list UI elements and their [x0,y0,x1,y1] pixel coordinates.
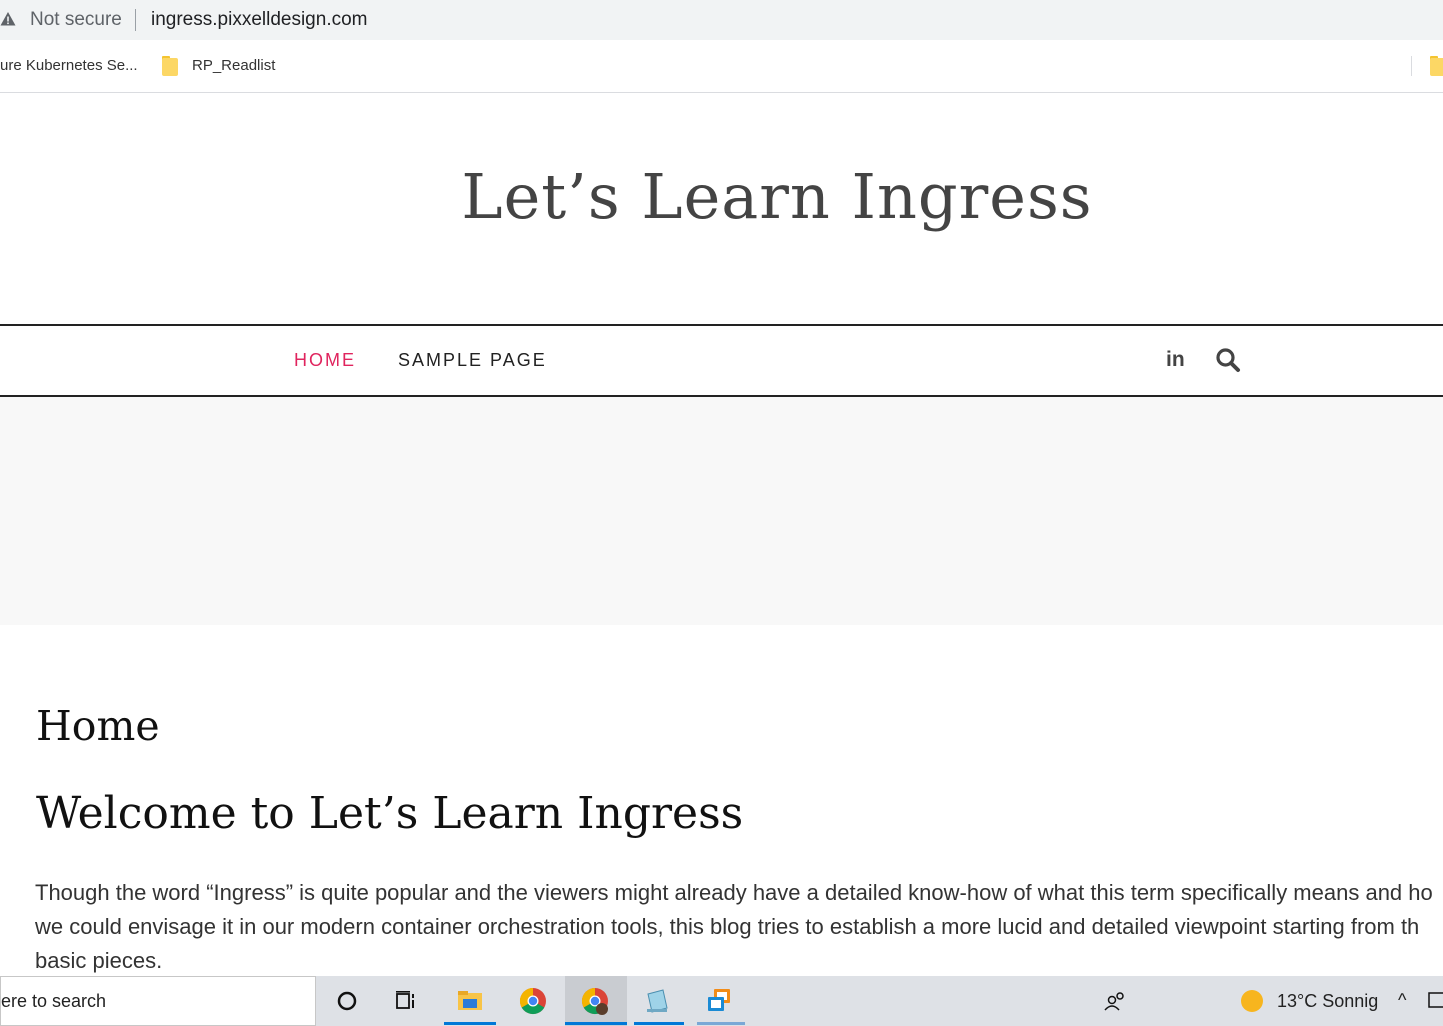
bookmarks-bar: ure Kubernetes Se... RP_Readlist [0,40,1443,93]
page-title: Home [36,702,160,750]
notepad-icon[interactable] [641,985,673,1017]
chrome-profile-icon[interactable] [579,985,611,1017]
bookmark-item[interactable]: ure Kubernetes Se... [0,57,138,74]
url-field[interactable]: ingress.pixxelldesign.com [151,9,368,31]
folder-icon [162,56,178,76]
remote-desktop-indicator [697,1022,745,1025]
cortana-icon[interactable] [331,985,363,1017]
post-heading: Welcome to Let’s Learn Ingress [36,788,744,839]
chrome-profile-indicator [565,1022,627,1025]
people-icon[interactable] [1100,985,1132,1017]
search-icon[interactable] [1214,346,1242,374]
nav-item-sample-page[interactable]: SAMPLE PAGE [398,350,547,371]
chrome-icon[interactable] [517,985,549,1017]
main-navigation: HOME SAMPLE PAGE in [0,324,1443,397]
nav-item-home[interactable]: HOME [294,350,356,371]
linkedin-icon[interactable]: in [1166,348,1185,372]
paragraph-line: Though the word “Ingress” is quite popul… [35,880,1433,905]
notepad-indicator [634,1022,684,1025]
paragraph-line: basic pieces. [35,948,163,973]
remote-desktop-icon[interactable] [703,985,735,1017]
network-icon[interactable] [1425,985,1443,1017]
warning-icon[interactable] [0,11,16,27]
bookmark-item[interactable]: RP_Readlist [192,57,275,74]
file-explorer-icon[interactable] [454,985,486,1017]
post-body: Though the word “Ingress” is quite popul… [35,876,1443,978]
chevron-up-icon[interactable]: ^ [1398,990,1406,1011]
folder-icon[interactable] [1430,56,1443,76]
bookmark-divider [1411,56,1412,76]
weather-text[interactable]: 13°C Sonnig [1277,991,1378,1012]
header-image-area [0,397,1443,625]
site-title[interactable]: Let’s Learn Ingress [0,160,1443,233]
paragraph-line: we could envisage it in our modern conta… [35,914,1420,939]
browser-address-bar: Not secure ingress.pixxelldesign.com [0,0,1443,40]
windows-taskbar: ere to search 13°C Sonnig ^ [0,976,1443,1026]
security-status[interactable]: Not secure [30,9,122,31]
file-explorer-indicator [444,1022,496,1025]
sun-weather-icon[interactable] [1236,985,1268,1017]
address-divider [135,9,136,31]
taskbar-search-box[interactable]: ere to search [0,976,316,1026]
taskbar-search-placeholder: ere to search [1,991,107,1011]
task-view-icon[interactable] [391,985,423,1017]
